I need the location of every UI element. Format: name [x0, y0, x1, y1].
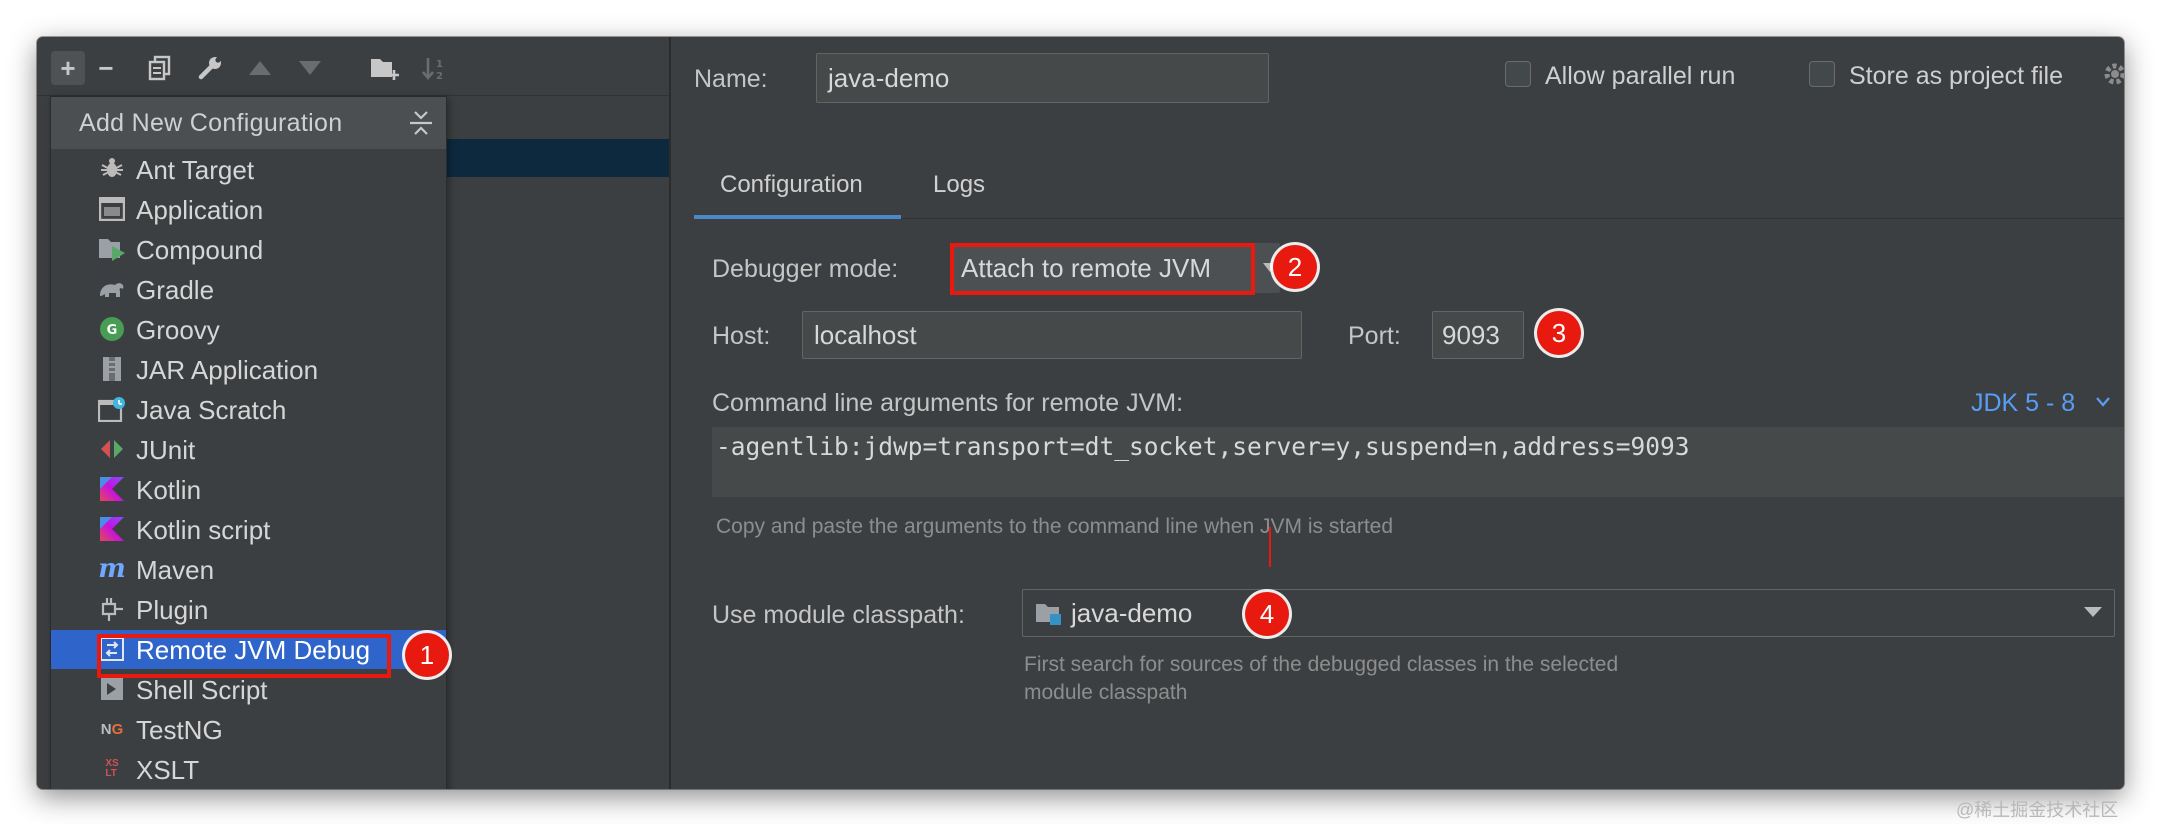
config-type-xslt[interactable]: XS LT XSLT	[51, 750, 446, 789]
config-type-label: Kotlin script	[136, 515, 271, 545]
annotation-badge-2: 2	[1273, 245, 1317, 289]
new-folder-icon[interactable]	[368, 51, 402, 85]
module-classpath-value: java-demo	[1071, 597, 1193, 628]
store-as-project-label: Store as project file	[1849, 62, 2063, 90]
plus-icon[interactable]: +	[51, 51, 85, 85]
plugin-icon	[98, 595, 126, 623]
config-type-java-scratch[interactable]: Java Scratch	[51, 390, 446, 429]
config-type-label: JUnit	[136, 435, 196, 465]
config-type-label: XSLT	[136, 755, 200, 785]
cmd-args-textarea[interactable]: -agentlib:jdwp=transport=dt_socket,serve…	[712, 427, 2124, 497]
annotation-pointer-line	[1269, 527, 1271, 567]
tab-configuration[interactable]: Configuration	[720, 171, 863, 199]
config-type-label: Compound	[136, 235, 264, 265]
config-type-ant-target[interactable]: Ant Target	[51, 150, 446, 189]
selected-tree-row[interactable]	[444, 139, 669, 177]
groovy-icon: G	[98, 315, 126, 343]
cmd-args-label: Command line arguments for remote JVM:	[712, 389, 1184, 417]
config-type-label: Java Scratch	[136, 395, 287, 425]
svg-text:2: 2	[436, 71, 443, 81]
copy-icon[interactable]	[143, 51, 177, 85]
store-as-project-checkbox[interactable]	[1809, 61, 1835, 87]
config-type-label: Application	[136, 195, 264, 225]
config-type-kotlin-script[interactable]: Kotlin script	[51, 510, 446, 549]
annotation-badge-3: 3	[1537, 311, 1581, 355]
allow-parallel-checkbox[interactable]	[1505, 61, 1531, 87]
minus-icon[interactable]: −	[89, 51, 123, 85]
annotation-highlight-1	[97, 634, 391, 678]
config-type-label: Maven	[136, 555, 215, 585]
config-type-label: Shell Script	[136, 675, 268, 705]
module-classpath-label: Use module classpath:	[712, 601, 965, 629]
move-up-icon[interactable]	[243, 51, 277, 85]
sort-icon[interactable]: 12	[418, 51, 452, 85]
port-input[interactable]: 9093	[1432, 311, 1524, 359]
maven-icon: m	[98, 554, 126, 584]
java-scratch-icon	[98, 395, 126, 423]
move-down-icon[interactable]	[293, 51, 327, 85]
tab-logs[interactable]: Logs	[933, 171, 985, 199]
config-type-gradle[interactable]: Gradle	[51, 270, 446, 309]
config-type-label: TestNG	[136, 715, 223, 745]
svg-text:1: 1	[436, 59, 443, 70]
cmd-args-hint: Copy and paste the arguments to the comm…	[716, 515, 1394, 538]
config-type-testng[interactable]: NG TestNG	[51, 710, 446, 749]
compound-icon	[98, 235, 126, 263]
add-configuration-popup: Add New Configuration Ant Target Applica…	[50, 96, 447, 789]
config-type-label: Gradle	[136, 275, 215, 305]
config-type-groovy[interactable]: G Groovy	[51, 310, 446, 349]
popup-title: Add New Configuration	[79, 109, 343, 137]
name-input[interactable]: java-demo	[816, 53, 1269, 103]
annotation-highlight-2	[950, 243, 1255, 295]
gear-icon[interactable]	[2102, 61, 2124, 87]
configuration-panel	[694, 219, 2124, 789]
xslt-icon: XS LT	[105, 758, 119, 779]
config-type-junit[interactable]: JUnit	[51, 430, 446, 469]
application-icon	[98, 195, 126, 223]
port-label: Port:	[1348, 322, 1401, 350]
config-type-compound[interactable]: Compound	[51, 230, 446, 269]
module-classpath-select[interactable]: java-demo	[1022, 589, 2115, 637]
panel-divider	[669, 37, 671, 789]
name-label: Name:	[694, 65, 768, 93]
run-debug-configurations-window: + − 12 Add New Configuration Ant Target …	[37, 37, 2124, 789]
config-type-jar-application[interactable]: JAR Application	[51, 350, 446, 389]
config-type-label: Ant Target	[136, 155, 255, 185]
module-hint-line-1: First search for sources of the debugged…	[1024, 653, 1619, 676]
allow-parallel-label: Allow parallel run	[1545, 62, 1736, 90]
annotation-badge-4: 4	[1245, 592, 1289, 636]
config-type-plugin[interactable]: Plugin	[51, 590, 446, 629]
svg-text:G: G	[107, 323, 118, 338]
wrench-icon[interactable]	[193, 51, 227, 85]
host-input[interactable]: localhost	[802, 311, 1302, 359]
config-type-label: Kotlin	[136, 475, 202, 505]
jar-icon	[98, 355, 126, 383]
config-type-label: JAR Application	[136, 355, 319, 385]
kotlin-script-icon	[98, 515, 126, 543]
module-folder-icon	[1035, 600, 1065, 626]
config-type-application[interactable]: Application	[51, 190, 446, 229]
junit-icon	[98, 435, 126, 463]
jdk-version-link[interactable]: JDK 5 - 8	[1971, 389, 2075, 418]
config-type-label: Plugin	[136, 595, 209, 625]
module-hint-line-2: module classpath	[1024, 681, 1188, 704]
config-type-label: Groovy	[136, 315, 220, 345]
kotlin-icon	[98, 475, 126, 503]
ant-icon	[98, 155, 126, 183]
chevron-down-icon[interactable]	[2095, 395, 2113, 409]
host-label: Host:	[712, 322, 771, 350]
config-type-kotlin[interactable]: Kotlin	[51, 470, 446, 509]
annotation-badge-1: 1	[405, 633, 449, 677]
gradle-icon	[98, 275, 126, 303]
chevron-down-icon	[2084, 606, 2102, 620]
collapse-all-icon[interactable]	[407, 109, 435, 137]
testng-icon: NG	[100, 720, 124, 738]
popup-header: Add New Configuration	[51, 97, 446, 149]
debugger-mode-label: Debugger mode:	[712, 255, 899, 283]
shell-script-icon	[98, 675, 126, 703]
config-type-maven[interactable]: m Maven	[51, 550, 446, 589]
watermark: @稀土掘金技术社区	[1956, 800, 2119, 820]
